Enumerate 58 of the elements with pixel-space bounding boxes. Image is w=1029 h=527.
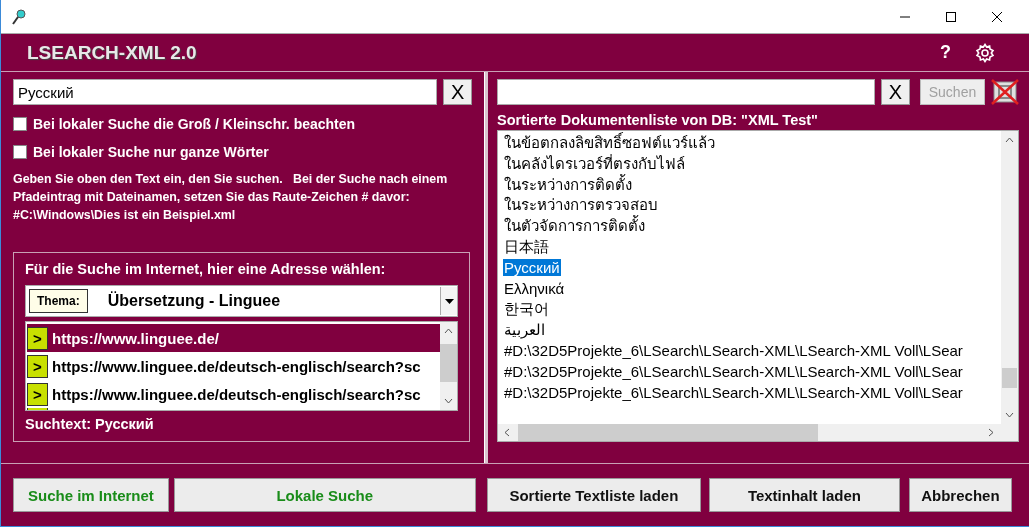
crossed-out-icon[interactable]: [991, 79, 1019, 105]
topic-dropdown[interactable]: Thema: Übersetzung - Linguee: [25, 285, 458, 317]
document-item[interactable]: ในระหว่างการติดตั้ง: [503, 175, 633, 193]
url-item[interactable]: > https://www.linguee.de/deutsch-englisch/search?sc: [27, 352, 440, 380]
action-button[interactable]: Sortierte Textliste laden: [486, 478, 702, 512]
document-item[interactable]: ในระหว่างการตรวจสอบ: [503, 196, 659, 214]
app-title: LSEARCH-XML 2.0: [27, 41, 197, 64]
action-button[interactable]: Lokale Suche: [173, 478, 476, 512]
search-field[interactable]: [497, 79, 875, 105]
clear-button[interactable]: X: [443, 79, 472, 105]
list-title: Sortierte Dokumentenliste von DB: "XML Test": [497, 112, 819, 128]
action-button[interactable]: Suche im Internet: [13, 478, 169, 512]
open-button[interactable]: >: [27, 382, 48, 406]
action-button[interactable]: Textinhalt laden: [709, 478, 900, 512]
document-item[interactable]: Ελληνικά: [503, 279, 566, 297]
scroll-left-icon[interactable]: [504, 428, 510, 437]
document-item[interactable]: #D:\32D5Projekte_6\LSearch\LSearch-XML\LSearch-XML Voll\LSear: [503, 383, 964, 401]
topic-value: Übersetzung - Linguee: [106, 292, 282, 310]
scroll-right-icon[interactable]: [988, 428, 994, 437]
checkbox[interactable]: [13, 145, 27, 159]
scrollbar[interactable]: [1001, 131, 1018, 424]
scrollbar[interactable]: [440, 322, 457, 410]
maximize-icon[interactable]: [945, 10, 957, 23]
topic-label: Thema:: [29, 289, 88, 313]
group-label: Für die Suche im Internet, hier eine Adresse wählen:: [25, 261, 387, 277]
document-item[interactable]: ในข้อตกลงลิขสิทธิ์ซอฟต์แวร์แล้ว: [503, 134, 716, 151]
document-item[interactable]: العربية: [503, 321, 546, 339]
checkbox-label: Bei lokaler Suche die Groß / Kleinschr. beachten: [33, 116, 356, 132]
search-field[interactable]: Русский: [13, 79, 438, 105]
checkbox-label: Bei lokaler Suche nur ganze Wörter: [33, 144, 269, 160]
clear-button[interactable]: X: [881, 79, 910, 105]
open-button[interactable]: >: [27, 354, 48, 378]
document-item[interactable]: 日本語: [503, 238, 550, 255]
scroll-down-icon[interactable]: [444, 398, 453, 404]
url-item[interactable]: > https://www.linguee.de/: [27, 324, 440, 352]
document-item[interactable]: ในตัวจัดการการติดตั้ง: [503, 217, 646, 235]
app-icon: [11, 7, 27, 26]
document-item[interactable]: #D:\32D5Projekte_6\LSearch\LSearch-XML\LSearch-XML Voll\LSear: [503, 341, 964, 359]
document-item[interactable]: ในคลังไดรเวอร์ที่ตรงกับไฟล์: [503, 154, 686, 172]
hint-text: Geben Sie oben den Text ein, den Sie suchen. Bei der Suche nach einem Pfadeintrag mit Dateinamen, setzen Sie das Raute-Zeichen # davor: #C:\Windows\Dies ist ein Beispiel.xml: [13, 171, 449, 224]
scroll-up-icon[interactable]: [444, 328, 453, 334]
dropdown-icon: [444, 298, 454, 304]
checkbox[interactable]: [13, 117, 27, 131]
scrollbar-thumb[interactable]: [440, 344, 457, 382]
document-item[interactable]: Русский: [503, 258, 561, 276]
document-item[interactable]: #D:\32D5Projekte_6\LSearch\LSearch-XML\LSearch-XML Voll\LSear: [503, 362, 964, 380]
url-item[interactable]: > https://www.linguee.de/deutsch-englisch/search?sc: [27, 380, 440, 408]
document-item[interactable]: 한국어: [503, 300, 550, 318]
scrollbar-thumb[interactable]: [1002, 368, 1017, 388]
help-button[interactable]: ?: [940, 42, 951, 63]
scroll-up-icon[interactable]: [1005, 137, 1014, 143]
scrollbar-thumb[interactable]: [518, 424, 818, 441]
action-button[interactable]: Abbrechen: [908, 478, 1012, 512]
search-text-label: Suchtext: Русский: [25, 416, 155, 432]
settings-icon[interactable]: [975, 42, 995, 63]
scroll-down-icon[interactable]: [1005, 412, 1014, 418]
open-button[interactable]: >: [27, 326, 48, 350]
close-icon[interactable]: [991, 10, 1003, 23]
